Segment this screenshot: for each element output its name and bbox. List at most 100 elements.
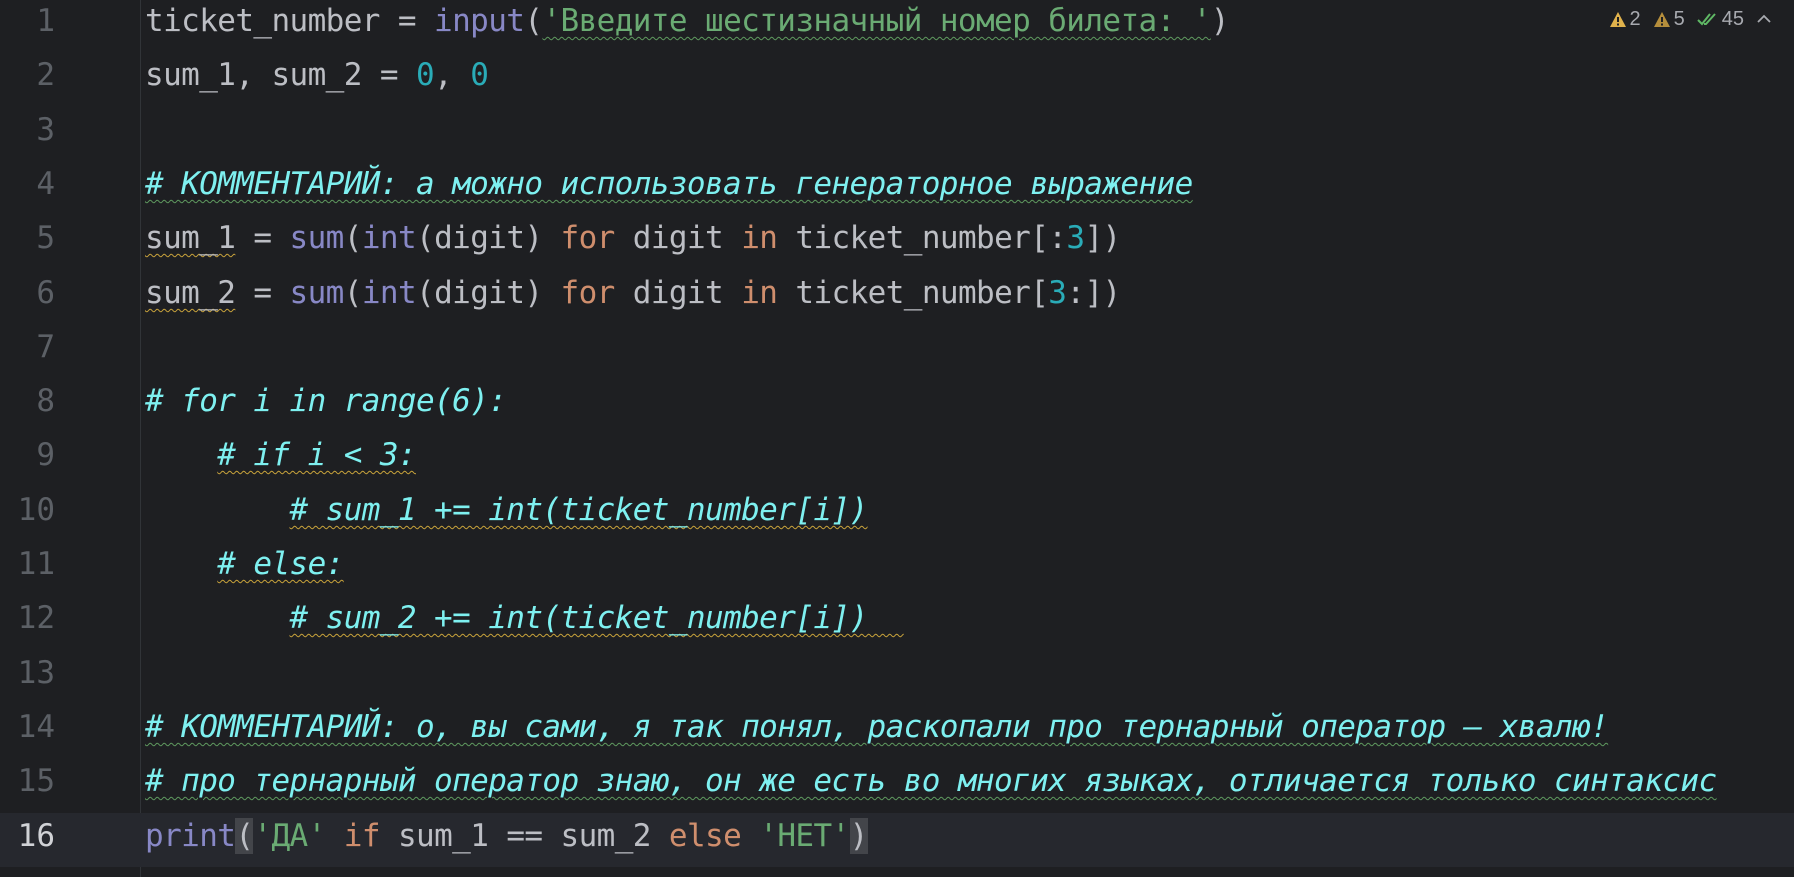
warnings-strong-indicator[interactable]: 2 [1609, 8, 1641, 31]
line-number: 10 [17, 492, 55, 528]
code-token: (digit) [416, 275, 561, 311]
code-token: 3 [1066, 220, 1085, 256]
line-number: 6 [36, 275, 55, 311]
line-number: 13 [17, 655, 55, 691]
code-line[interactable]: 10 # sum_1 += int(ticket_number[i]) [0, 487, 1794, 541]
code-line[interactable]: 2 sum_1, sum_2 = 0, 0 [0, 52, 1794, 106]
code-token: # sum_2 += int(ticket_number[i]) [289, 600, 904, 636]
inspection-indicators[interactable]: 2 5 45 [1609, 4, 1773, 34]
line-number: 5 [36, 220, 55, 256]
code-token: ( [343, 220, 363, 256]
code-token: ]) [1084, 220, 1121, 256]
code-token: ( [524, 3, 543, 39]
line-number: 16 [17, 818, 55, 854]
code-line[interactable]: 11 # else: [0, 541, 1794, 595]
line-number: 9 [36, 437, 55, 473]
warning-triangle-icon [1653, 11, 1671, 28]
code-line[interactable]: 15 # про тернарный оператор знаю, он же е… [0, 758, 1794, 812]
code-text[interactable]: # sum_1 += int(ticket_number[i]) [145, 487, 869, 541]
warnings-weak-indicator[interactable]: 5 [1653, 8, 1685, 31]
code-text[interactable]: # про тернарный оператор знаю, он же ест… [145, 758, 1717, 812]
code-token: sum_1 [145, 220, 236, 256]
line-number: 14 [17, 709, 55, 745]
line-number: 12 [17, 600, 55, 636]
code-text[interactable]: sum_1, sum_2 = 0, 0 [145, 52, 489, 106]
code-token: ( [343, 275, 363, 311]
code-token: ) [1210, 3, 1230, 39]
code-token: in [741, 275, 778, 311]
code-token: for [560, 275, 616, 311]
code-line[interactable]: 7 [0, 324, 1794, 378]
line-number: 11 [17, 546, 55, 582]
code-line[interactable]: 14 # КОММЕНТАРИЙ: о, вы сами, я так понял… [0, 704, 1794, 758]
ok-indicator[interactable]: 45 [1697, 8, 1744, 31]
line-number: 15 [17, 763, 55, 799]
code-token: # про тернарный оператор знаю, он же ест… [145, 763, 1717, 799]
code-token: (digit) [416, 220, 561, 256]
code-token: int [361, 220, 417, 256]
code-token: # КОММЕНТАРИЙ: а можно использовать гене… [145, 166, 1193, 202]
code-token: int [361, 275, 417, 311]
code-line[interactable]: 13 [0, 650, 1794, 704]
code-token: in [741, 220, 778, 256]
code-text[interactable]: # else: [145, 541, 344, 595]
line-number: 4 [36, 166, 55, 202]
code-token: else [668, 818, 742, 854]
code-token: ticket_number[ [777, 275, 1049, 311]
code-line[interactable]: 5 sum_1 = sum(int(digit) for digit in tic… [0, 215, 1794, 269]
code-text[interactable]: # КОММЕНТАРИЙ: а можно использовать гене… [145, 161, 1193, 215]
code-token: # КОММЕНТАРИЙ: о, вы сами, я так понял, … [145, 709, 1609, 745]
code-line[interactable]: 4 # КОММЕНТАРИЙ: а можно использовать ген… [0, 161, 1794, 215]
chevron-up-icon[interactable] [1756, 8, 1772, 31]
code-text[interactable]: # sum_2 += int(ticket_number[i]) [145, 595, 904, 649]
code-token: :]) [1066, 275, 1121, 311]
code-token: sum_1, sum_2 = [145, 57, 416, 93]
code-token: 0 [415, 57, 435, 93]
code-token: ( [235, 818, 254, 854]
code-token: ticket_number = [145, 3, 435, 39]
code-text[interactable]: sum_2 = sum(int(digit) for digit in tick… [145, 270, 1121, 324]
code-token: # sum_1 += int(ticket_number[i]) [289, 492, 869, 528]
code-token: , [434, 57, 471, 93]
code-line[interactable]: 8 # for i in range(6): [0, 378, 1794, 432]
code-text[interactable]: # for i in range(6): [145, 378, 507, 432]
code-token: sum [289, 220, 345, 256]
code-token: # if i < 3: [217, 437, 416, 473]
code-line[interactable]: 16 print('ДА' if sum_1 == sum_2 else 'НЕТ… [0, 813, 1794, 867]
code-token: 'ДА' [253, 818, 326, 854]
code-line[interactable]: 6 sum_2 = sum(int(digit) for digit in tic… [0, 270, 1794, 324]
code-text[interactable]: ticket_number = input('Введите шестизнач… [145, 0, 1229, 52]
code-token: 3 [1048, 275, 1067, 311]
warning-triangle-icon [1609, 11, 1627, 28]
code-token: digit [614, 275, 742, 311]
code-editor[interactable]: 1 ticket_number = input('Введите шестизна… [0, 0, 1794, 877]
code-token: sum_2 [145, 275, 236, 311]
code-line[interactable]: 12 # sum_2 += int(ticket_number[i]) [0, 595, 1794, 649]
code-text[interactable]: # КОММЕНТАРИЙ: о, вы сами, я так понял, … [145, 704, 1609, 758]
code-line[interactable]: 3 [0, 107, 1794, 161]
code-token: 'НЕТ' [759, 818, 850, 854]
code-token: if [343, 818, 381, 854]
code-text[interactable]: print('ДА' if sum_1 == sum_2 else 'НЕТ') [145, 813, 868, 867]
line-number: 7 [36, 329, 55, 365]
code-line[interactable]: 1 ticket_number = input('Введите шестизна… [0, 0, 1794, 52]
code-token: sum [289, 275, 345, 311]
code-token: = [235, 220, 290, 256]
line-number: 2 [36, 57, 55, 93]
warnings-strong-count: 2 [1629, 7, 1641, 30]
code-token: # else: [217, 546, 344, 582]
double-check-icon [1697, 11, 1719, 28]
warnings-weak-count: 5 [1673, 7, 1685, 30]
line-number: 8 [36, 383, 55, 419]
code-line[interactable]: 9 # if i < 3: [0, 432, 1794, 486]
code-token: ticket_number[: [777, 220, 1067, 256]
code-text[interactable]: # if i < 3: [145, 432, 416, 486]
code-token: print [145, 818, 236, 854]
code-token: 0 [470, 57, 489, 93]
code-text[interactable]: sum_1 = sum(int(digit) for digit in tick… [145, 215, 1121, 269]
